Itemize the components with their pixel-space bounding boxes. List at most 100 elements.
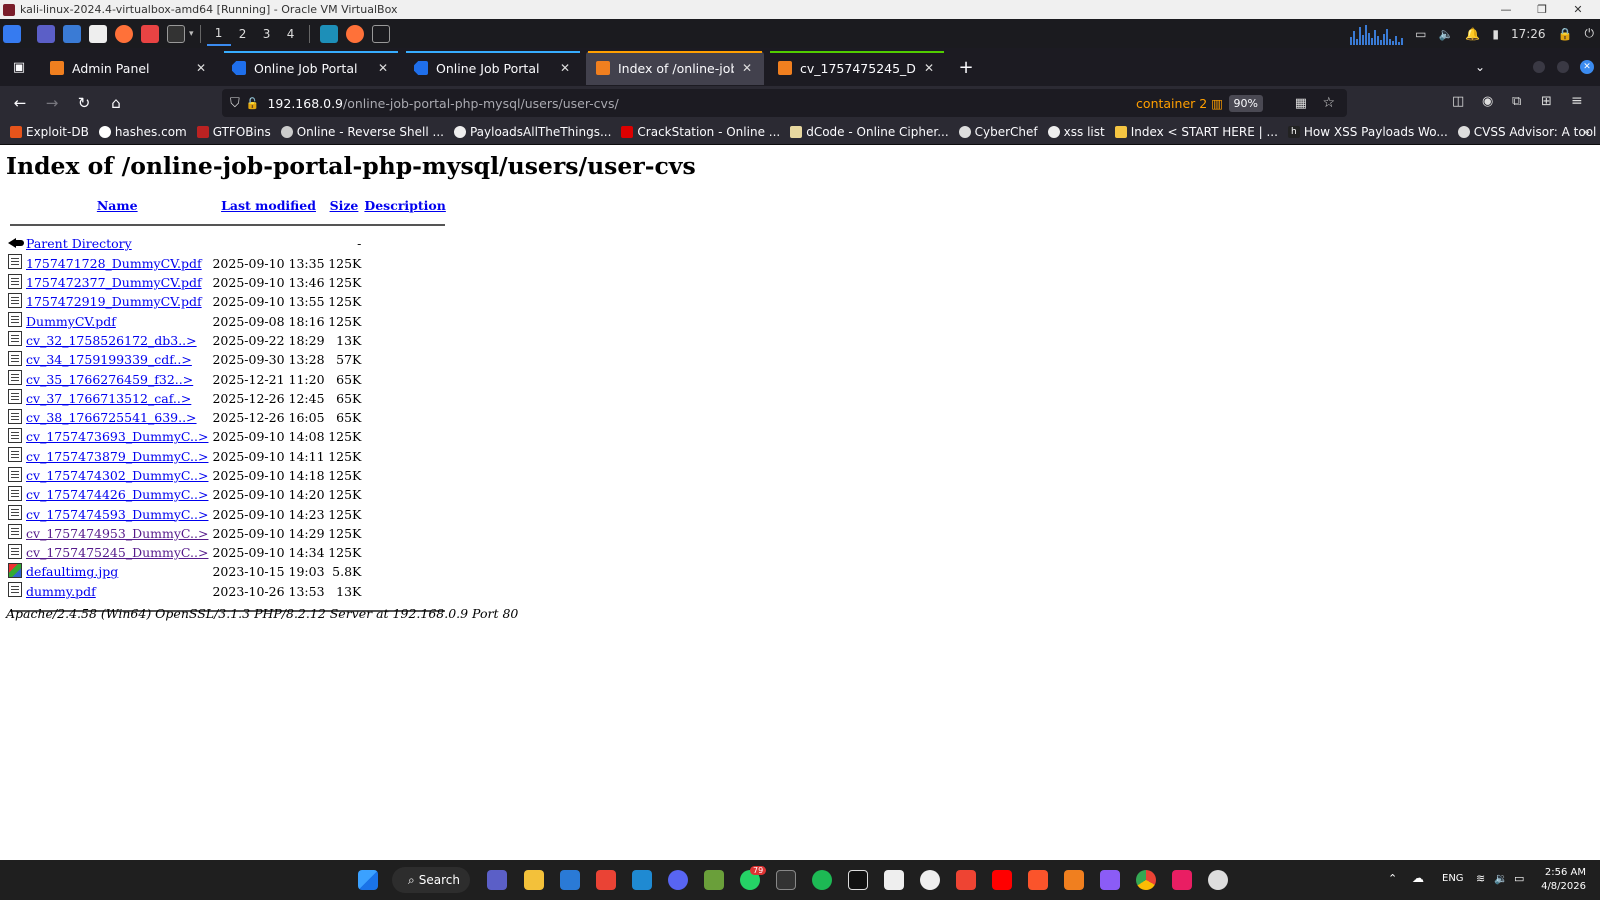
maximize-window-icon[interactable] [1557,61,1569,73]
bookmark-gtfobins[interactable]: GTFOBins [196,125,271,139]
sort-by-description-link[interactable]: Description [364,198,445,213]
battery-taskbar-icon[interactable]: ▭ [1514,872,1524,885]
chevron-up-icon[interactable]: ⌃ [1388,872,1397,885]
discord-icon[interactable] [668,870,688,890]
kali-menu-icon[interactable] [3,24,21,43]
firefox-icon[interactable] [115,24,133,43]
taskbar-search[interactable]: ⌕ Search [392,867,470,893]
bookmark-xss-list[interactable]: xss list [1047,125,1105,139]
reload-icon[interactable]: ↻ [70,89,98,117]
file-link[interactable]: cv_1757473879_DummyC..> [26,449,208,464]
chevron-down-icon[interactable]: ▾ [189,29,194,39]
firefox-view-icon[interactable]: ▣ [4,53,34,81]
workspace-3[interactable]: 3 [255,22,279,46]
close-button[interactable]: ✕ [1560,0,1596,19]
file-link[interactable]: 1757472919_DummyCV.pdf [26,294,202,309]
more-bookmarks-icon[interactable]: » [1583,125,1590,139]
tab-online-job-portal-2[interactable]: Online Job Portal ✕ [404,51,582,85]
onedrive-icon[interactable]: ☁ [1412,871,1424,885]
extensions-icon[interactable]: ⧉ [1512,94,1521,109]
file-link[interactable]: cv_1757473693_DummyC..> [26,429,208,444]
hackerrank-icon[interactable] [956,870,976,890]
xampp-taskbar-icon[interactable] [1064,870,1084,890]
zoom-level[interactable]: 90% [1228,94,1263,112]
file-link[interactable]: cv_1757474953_DummyC..> [26,526,208,541]
desktop-icon[interactable] [37,24,55,43]
workspace-2[interactable]: 2 [231,22,255,46]
github-desktop-icon[interactable] [920,870,940,890]
chatgpt-icon[interactable] [1208,870,1228,890]
hamburger-menu-icon[interactable]: ≡ [1571,93,1583,109]
list-all-tabs-icon[interactable]: ⌄ [1466,53,1494,81]
file-link[interactable]: cv_37_1766713512_caf..> [26,391,191,406]
taskbar-clock[interactable]: 2:56 AM 4/8/2026 [1541,866,1586,894]
bookmark-reverse-shell[interactable]: Online - Reverse Shell ... [280,125,444,139]
file-link[interactable]: cv_34_1759199339_cdf..> [26,352,192,367]
firefox-window-icon[interactable] [345,24,364,43]
windows-start-icon[interactable] [358,870,378,890]
gmail-icon[interactable] [596,870,616,890]
spotify-icon[interactable] [812,870,832,890]
ai-app-icon[interactable] [884,870,904,890]
volume-icon[interactable]: 🔈 [1438,27,1453,41]
teams-icon[interactable] [487,870,507,890]
file-link[interactable]: cv_1757475245_DummyC..> [26,545,208,560]
bookmark-cyberchef[interactable]: CyberChef [958,125,1038,139]
wifi-icon[interactable]: ≋ [1476,872,1485,885]
bookmark-crackstation[interactable]: CrackStation - Online ... [621,125,780,139]
file-link[interactable]: 1757471728_DummyCV.pdf [26,256,202,271]
tab-index-of[interactable]: Index of /online-job-portal ✕ [586,51,764,85]
tube-app-icon[interactable] [1172,870,1192,890]
file-link[interactable]: cv_32_1758526172_db3..> [26,333,197,348]
file-link[interactable]: dummy.pdf [26,584,96,599]
forward-icon[interactable]: → [38,89,66,117]
bookmark-xss-payloads[interactable]: h How XSS Payloads Wo... [1287,125,1448,139]
back-icon[interactable]: ← [6,89,34,117]
close-tab-icon[interactable]: ✕ [922,61,936,75]
sort-by-modified-link[interactable]: Last modified [221,198,316,213]
close-tab-icon[interactable]: ✕ [376,61,390,75]
close-tab-icon[interactable]: ✕ [740,61,754,75]
file-link[interactable]: cv_1757474593_DummyC..> [26,507,208,522]
file-link[interactable]: 1757472377_DummyCV.pdf [26,275,202,290]
display-icon[interactable]: ▭ [1415,27,1426,41]
bookmark-dcode[interactable]: dCode - Online Cipher... [790,125,949,139]
file-manager-icon[interactable] [63,24,81,43]
apps-icon[interactable]: ⊞ [1541,94,1552,109]
home-icon[interactable]: ⌂ [102,89,130,117]
chrome-icon[interactable] [1136,870,1156,890]
power-icon[interactable]: ⏻ [1585,26,1595,41]
bookmark-hashes[interactable]: hashes.com [98,125,187,139]
terminal-icon[interactable] [167,24,185,43]
file-link[interactable]: DummyCV.pdf [26,314,116,329]
terminal-taskbar-icon[interactable] [776,870,796,890]
youtube-icon[interactable] [992,870,1012,890]
url-bar[interactable]: ⛉ 🔓 192.168.0.9/online-job-portal-php-my… [222,89,1347,117]
close-tab-icon[interactable]: ✕ [558,61,572,75]
close-window-icon[interactable]: ✕ [1580,60,1594,74]
lightning-app-icon[interactable] [319,24,338,43]
restore-button[interactable]: ❐ [1524,0,1560,19]
file-link[interactable]: cv_38_1766725541_639..> [26,410,197,425]
new-tab-icon[interactable]: + [952,53,980,81]
sort-by-name-link[interactable]: Name [97,198,138,213]
tab-online-job-portal[interactable]: Online Job Portal ✕ [222,51,400,85]
workspace-4[interactable]: 4 [279,22,303,46]
url-text[interactable]: 192.168.0.9/online-job-portal-php-mysql/… [267,96,618,111]
qr-code-icon[interactable]: ▦ [1295,96,1307,111]
file-explorer-icon[interactable] [524,870,544,890]
chess-icon[interactable] [704,870,724,890]
battery-icon[interactable]: ▮ [1492,27,1499,41]
notification-bell-icon[interactable]: 🔔 [1465,27,1480,41]
bookmark-cvss-advisor[interactable]: CVSS Advisor: A tool t... [1457,125,1600,139]
terminal-window-icon[interactable] [371,24,390,43]
tab-admin-panel[interactable]: Admin Panel ✕ [40,51,218,85]
lock-icon[interactable]: 🔓 [246,97,260,110]
obsidian-icon[interactable] [1100,870,1120,890]
parent-directory-link[interactable]: Parent Directory [26,236,132,251]
brave-icon[interactable] [1028,870,1048,890]
vscode-taskbar-icon[interactable] [632,870,652,890]
workspace-1[interactable]: 1 [206,22,231,46]
lock-icon[interactable]: 🔒 [1558,27,1573,41]
pocket-icon[interactable]: ◫ [1452,94,1464,109]
